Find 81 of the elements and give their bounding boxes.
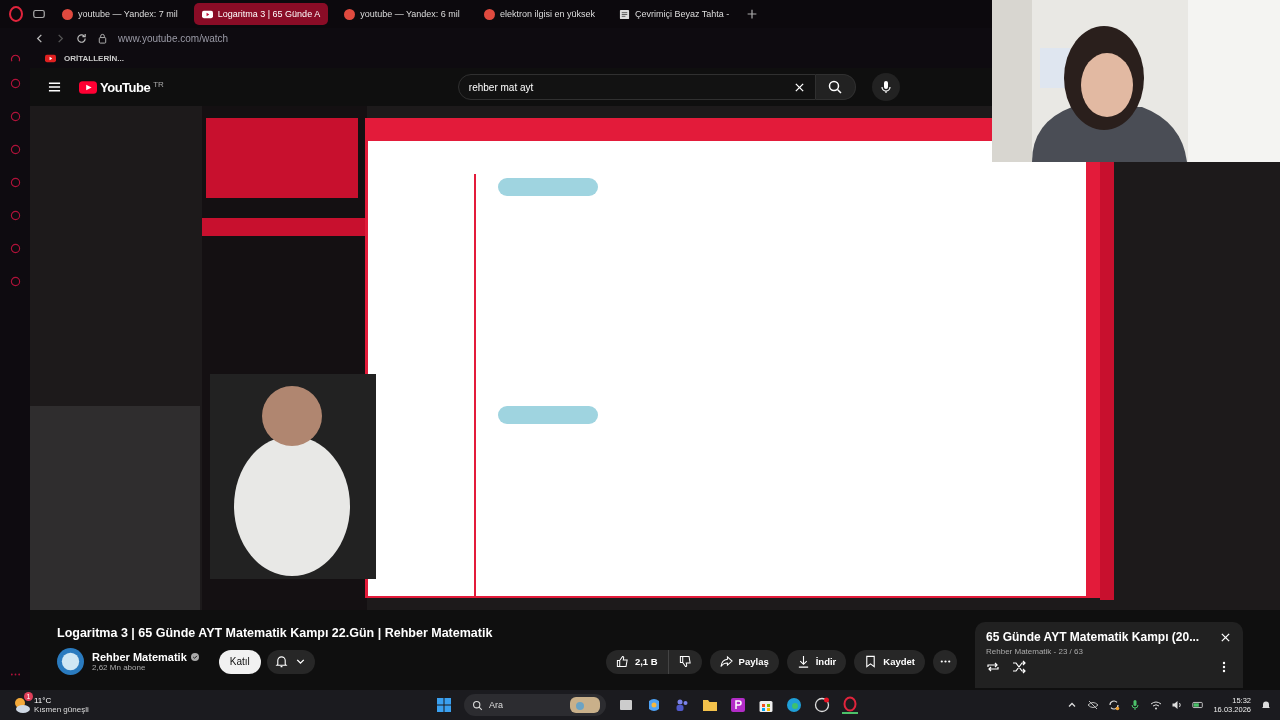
search-icon <box>472 699 483 711</box>
share-arrow-icon <box>719 655 733 668</box>
menu-icon[interactable] <box>48 81 61 93</box>
eye-off-icon[interactable] <box>1087 699 1100 711</box>
microphone-icon <box>878 80 893 94</box>
bookmark-icon <box>864 655 878 668</box>
notification-button[interactable] <box>266 649 315 674</box>
speaker-icon[interactable] <box>1171 699 1184 711</box>
speedometer-icon[interactable] <box>10 52 21 64</box>
dislike-button[interactable] <box>668 649 702 674</box>
microphone-icon[interactable] <box>1129 699 1142 711</box>
people-icon[interactable] <box>674 697 690 713</box>
close-icon[interactable] <box>1220 631 1231 643</box>
thumbs-down-icon <box>678 655 692 668</box>
back-icon[interactable] <box>34 32 45 44</box>
weather-sun-cloud-icon[interactable] <box>12 695 32 715</box>
favicon-icon <box>483 8 495 20</box>
temperature: 11°C <box>34 696 53 705</box>
workspace-icon[interactable] <box>32 7 46 21</box>
app-icon[interactable] <box>730 697 746 713</box>
shuffle-icon[interactable] <box>1012 660 1026 674</box>
playlist-meta: Rehber Matematik - 23 / 63 <box>986 647 1084 656</box>
sync-icon[interactable] <box>1108 699 1121 711</box>
taskbar-search-field[interactable]: Ara <box>464 694 606 716</box>
sidebar-icon[interactable] <box>9 243 21 254</box>
weather-description: Kısmen güneşli <box>34 705 89 714</box>
playlist-title[interactable]: 65 Günde AYT Matematik Kampı (20... <box>986 630 1220 644</box>
download-icon <box>796 655 810 668</box>
browser-logo-icon[interactable] <box>8 6 24 22</box>
sidebar-icon[interactable] <box>9 78 21 89</box>
address-field[interactable]: www.youtube.com/watch <box>118 32 229 44</box>
save-button[interactable]: Kaydet <box>854 649 925 674</box>
sidebar-icon[interactable] <box>9 210 21 221</box>
task-view-icon[interactable] <box>618 697 634 713</box>
download-button[interactable]: İndir <box>786 649 847 674</box>
search-field[interactable]: rehber mat ayt <box>457 74 816 100</box>
share-button[interactable]: Paylaş <box>709 649 779 674</box>
windows-start-icon[interactable] <box>436 697 452 713</box>
region-code: TR <box>153 79 164 89</box>
camera-app-icon[interactable] <box>814 697 830 713</box>
reload-icon[interactable] <box>76 32 87 44</box>
play-icon <box>45 52 56 64</box>
favicon-icon <box>62 8 73 20</box>
browser-tab[interactable]: youtube — Yandex: 6 mil <box>336 3 468 25</box>
lock-icon <box>97 32 108 44</box>
youtube-logo-icon[interactable] <box>79 80 97 94</box>
folder-icon[interactable] <box>702 697 718 713</box>
bell-icon <box>274 655 288 668</box>
wifi-icon[interactable] <box>1150 699 1163 711</box>
bookmark-link[interactable]: ORİTALLERİN... <box>64 53 124 63</box>
browser-tab[interactable]: Logaritma 3 | 65 Günde A <box>193 3 329 25</box>
channel-name[interactable]: Rehber Matematik <box>92 651 187 663</box>
browser-tab[interactable]: elektron ilgisi en yüksek <box>475 3 603 25</box>
favicon-icon <box>344 8 356 20</box>
subscriber-count: 2,62 Mn abone <box>92 663 147 672</box>
clear-icon[interactable] <box>793 81 805 93</box>
search-icon <box>828 80 843 94</box>
sidebar-icon[interactable] <box>9 177 21 188</box>
sidebar-icon[interactable] <box>9 276 21 287</box>
note-icon <box>618 8 630 20</box>
browser-tab[interactable]: youtube — Yandex: 7 mil <box>54 3 186 25</box>
opera-browser-icon[interactable] <box>842 696 858 714</box>
thumbs-up-icon <box>615 655 629 668</box>
join-button[interactable]: Katıl <box>218 649 261 674</box>
more-button[interactable] <box>933 649 957 674</box>
like-button[interactable]: 2,1 B <box>605 649 669 674</box>
play-icon <box>201 8 213 20</box>
battery-icon[interactable] <box>1192 699 1205 711</box>
sidebar-icon[interactable] <box>9 111 21 122</box>
voice-search-button[interactable] <box>871 73 900 101</box>
channel-avatar-icon[interactable] <box>57 648 84 675</box>
sidebar-icon[interactable] <box>9 144 21 155</box>
edge-browser-icon[interactable] <box>786 697 802 713</box>
copilot-icon[interactable] <box>646 697 662 713</box>
search-button[interactable] <box>815 74 856 100</box>
youtube-logo-text[interactable]: YouTube <box>100 79 151 95</box>
search-highlight-icon <box>570 697 600 713</box>
loop-icon[interactable] <box>986 660 1000 674</box>
video-title: Logaritma 3 | 65 Günde AYT Matematik Kampı 22.Gün | Rehber Matematik <box>57 626 494 640</box>
browser-tab[interactable]: Çevrimiçi Beyaz Tahta - <box>610 3 738 25</box>
forward-icon[interactable] <box>55 32 66 44</box>
